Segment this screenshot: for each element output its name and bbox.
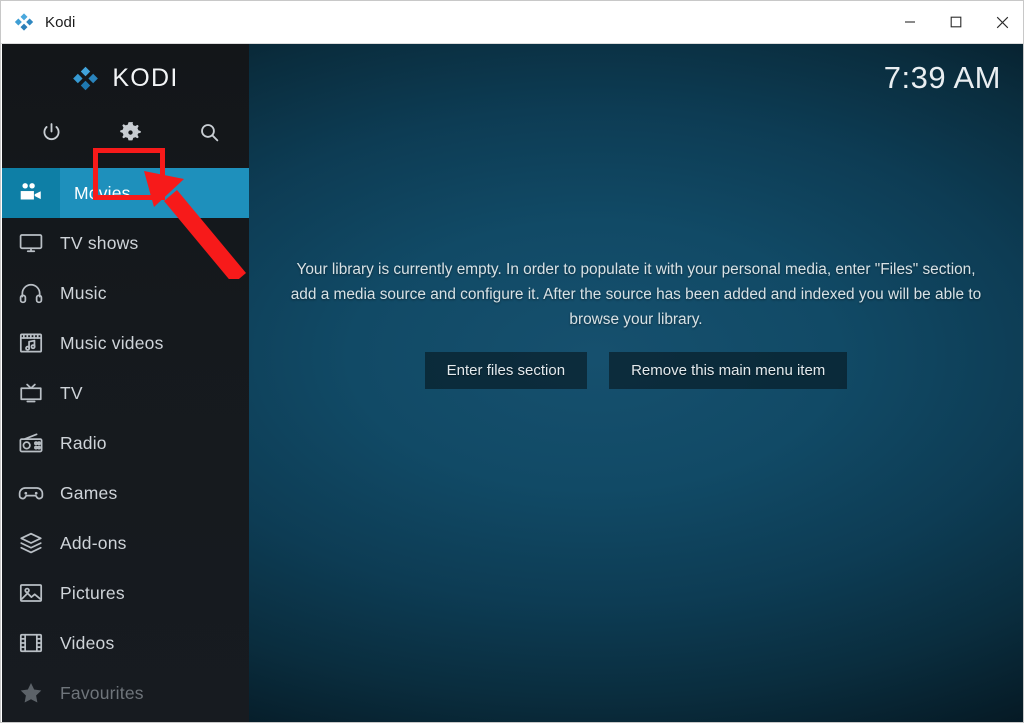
sidebar-item-favourites[interactable]: Favourites bbox=[2, 668, 249, 718]
sidebar-item-label: Add-ons bbox=[60, 532, 127, 553]
power-icon[interactable] bbox=[12, 108, 91, 156]
close-icon[interactable] bbox=[979, 1, 1023, 43]
enter-files-section-button[interactable]: Enter files section bbox=[424, 352, 588, 389]
sidebar-item-music[interactable]: Music bbox=[2, 268, 249, 318]
sidebar-item-label: Radio bbox=[60, 432, 107, 453]
sidebar-item-movies[interactable]: Movies bbox=[2, 168, 249, 218]
sidebar-item-tv-shows[interactable]: TV shows bbox=[2, 218, 249, 268]
empty-library-panel: Your library is currently empty. In orde… bbox=[249, 44, 1023, 722]
kodi-logo-icon bbox=[72, 65, 99, 92]
sidebar: KODI Movies TV shows Music Music videos … bbox=[2, 44, 249, 722]
sidebar-item-add-ons[interactable]: Add-ons bbox=[2, 518, 249, 568]
star-icon bbox=[2, 668, 60, 718]
sidebar-item-label: Videos bbox=[60, 632, 115, 653]
tv-icon bbox=[2, 218, 60, 268]
search-icon[interactable] bbox=[170, 108, 249, 156]
sidebar-item-label: TV shows bbox=[60, 232, 139, 253]
sidebar-header: KODI bbox=[2, 44, 249, 102]
picture-icon bbox=[2, 568, 60, 618]
sidebar-item-music-videos[interactable]: Music videos bbox=[2, 318, 249, 368]
empty-library-message: Your library is currently empty. In orde… bbox=[290, 261, 982, 328]
sidebar-menu: Movies TV shows Music Music videos TV Radio Ga… bbox=[2, 168, 249, 718]
maximize-icon[interactable] bbox=[933, 1, 979, 43]
empty-library-actions: Enter files section Remove this main men… bbox=[424, 352, 848, 389]
sidebar-item-label-wrap: TV bbox=[60, 368, 249, 418]
radio-icon bbox=[2, 418, 60, 468]
sidebar-item-label: TV bbox=[60, 382, 83, 403]
sidebar-item-label: Pictures bbox=[60, 582, 125, 603]
sidebar-item-label-wrap: TV shows bbox=[60, 218, 249, 268]
sidebar-item-label-wrap: Favourites bbox=[60, 668, 249, 718]
sidebar-item-label: Games bbox=[60, 482, 118, 503]
sidebar-item-label-wrap: Games bbox=[60, 468, 249, 518]
sidebar-item-videos[interactable]: Videos bbox=[2, 618, 249, 668]
kodi-logo-icon bbox=[14, 12, 34, 32]
window-title-bar: Kodi bbox=[1, 1, 1023, 44]
sidebar-item-radio[interactable]: Radio bbox=[2, 418, 249, 468]
sidebar-item-label-wrap: Movies bbox=[60, 168, 249, 218]
kodi-brand: KODI bbox=[72, 64, 178, 93]
music-video-icon bbox=[2, 318, 60, 368]
sidebar-item-label-wrap: Music videos bbox=[60, 318, 249, 368]
sidebar-item-games[interactable]: Games bbox=[2, 468, 249, 518]
minimize-icon[interactable] bbox=[887, 1, 933, 43]
crt-tv-icon bbox=[2, 368, 60, 418]
gear-icon[interactable] bbox=[91, 108, 170, 156]
sidebar-item-label: Music bbox=[60, 282, 107, 303]
sidebar-action-bar bbox=[2, 102, 249, 162]
film-strip-icon bbox=[2, 618, 60, 668]
gamepad-icon bbox=[2, 468, 60, 518]
movie-camera-icon bbox=[2, 168, 60, 218]
sidebar-item-label: Movies bbox=[74, 182, 131, 203]
window-title: Kodi bbox=[45, 13, 76, 31]
kodi-brand-text: KODI bbox=[112, 63, 179, 92]
sidebar-item-label-wrap: Pictures bbox=[60, 568, 249, 618]
kodi-interface: 7:39 AM Your library is currently empty.… bbox=[2, 44, 1023, 722]
addons-box-icon bbox=[2, 518, 60, 568]
sidebar-item-label-wrap: Add-ons bbox=[60, 518, 249, 568]
sidebar-item-label-wrap: Music bbox=[60, 268, 249, 318]
sidebar-item-label-wrap: Videos bbox=[60, 618, 249, 668]
sidebar-item-pictures[interactable]: Pictures bbox=[2, 568, 249, 618]
headphones-icon bbox=[2, 268, 60, 318]
sidebar-item-tv[interactable]: TV bbox=[2, 368, 249, 418]
sidebar-item-label-wrap: Radio bbox=[60, 418, 249, 468]
kodi-window: Kodi 7:39 AM Your library is currently e… bbox=[0, 0, 1024, 723]
sidebar-item-label: Music videos bbox=[60, 332, 164, 353]
sidebar-item-label: Favourites bbox=[60, 682, 144, 703]
remove-menu-item-button[interactable]: Remove this main menu item bbox=[609, 352, 848, 389]
window-controls bbox=[887, 1, 1023, 43]
